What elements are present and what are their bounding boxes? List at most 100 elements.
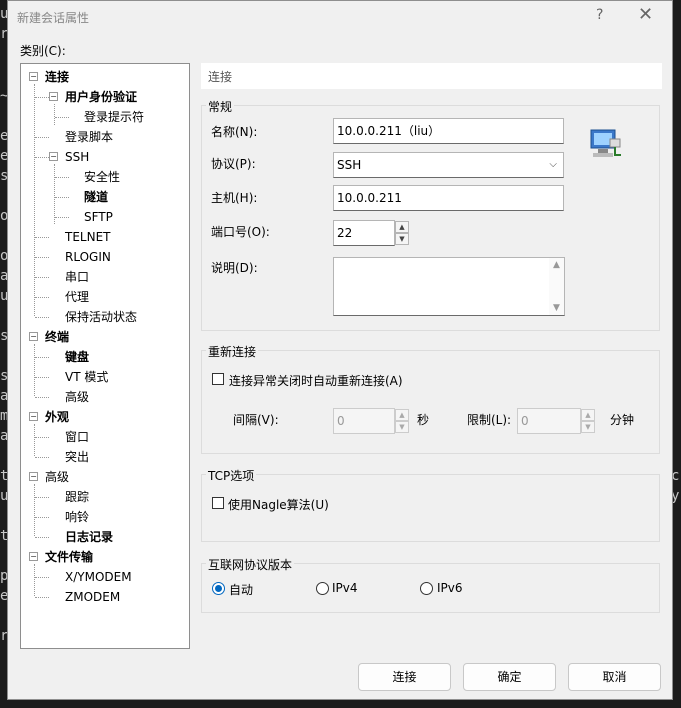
tree-item[interactable]: VT 模式	[65, 368, 108, 386]
tree-connector-line	[35, 137, 49, 138]
ok-button[interactable]: 确定	[463, 663, 556, 691]
tree-connector-line	[35, 437, 49, 438]
limit-up-button[interactable]: ▲	[581, 409, 595, 421]
limit-label: 限制(L):	[467, 413, 512, 427]
ipv4-radio[interactable]	[316, 582, 329, 595]
collapse-toggle-icon[interactable]: −	[29, 72, 38, 81]
ipv6-radio[interactable]	[420, 582, 433, 595]
description-scrollbar[interactable]: ▲ ▼	[549, 258, 564, 315]
tree-connector-line	[35, 597, 49, 598]
tree-connector-line	[55, 117, 69, 118]
nagle-label: 使用Nagle算法(U)	[228, 498, 329, 512]
limit-field[interactable]: 0	[517, 408, 581, 434]
tree-connector-line	[35, 277, 49, 278]
tree-item[interactable]: 隧道	[84, 188, 108, 206]
tree-connector-line	[34, 424, 35, 456]
auto-reconnect-checkbox[interactable]	[212, 373, 224, 385]
tree-item[interactable]: TELNET	[65, 228, 111, 246]
tree-connector-line	[35, 497, 49, 498]
interval-down-button[interactable]: ▼	[395, 421, 409, 433]
reconnect-group-title: 重新连接	[206, 343, 259, 360]
scroll-up-icon[interactable]: ▲	[549, 260, 564, 270]
port-field[interactable]: 22	[333, 220, 395, 246]
general-group-title: 常规	[206, 98, 235, 115]
tree-item[interactable]: SFTP	[84, 208, 113, 226]
nagle-checkbox[interactable]	[212, 497, 224, 509]
scroll-down-icon[interactable]: ▼	[549, 303, 564, 313]
cancel-button[interactable]: 取消	[568, 663, 661, 691]
tree-item[interactable]: 安全性	[84, 168, 120, 186]
tree-item[interactable]: 窗口	[65, 428, 89, 446]
limit-unit: 分钟	[610, 413, 635, 427]
ip-auto-radio[interactable]	[212, 582, 225, 595]
tree-item[interactable]: 响铃	[65, 508, 89, 526]
interval-up-button[interactable]: ▲	[395, 409, 409, 421]
tree-item[interactable]: 代理	[65, 288, 89, 306]
description-label: 说明(D):	[211, 261, 258, 275]
tree-item[interactable]: 文件传输	[45, 548, 93, 566]
tree-connector-line	[34, 84, 35, 316]
tree-item[interactable]: SSH	[65, 148, 89, 166]
tree-item[interactable]: RLOGIN	[65, 248, 111, 266]
tree-item[interactable]: ZMODEM	[65, 588, 120, 606]
tree-item[interactable]: 外观	[45, 408, 69, 426]
limit-down-button[interactable]: ▼	[581, 421, 595, 433]
session-properties-dialog: 新建会话属性 ? ✕ 类别(C): − 连接 − 用户身份验证 登录提示符 登录脚本 − SS…	[7, 0, 673, 700]
tree-connector-line	[55, 177, 69, 178]
name-field[interactable]: 10.0.0.211（liu）	[333, 118, 564, 144]
port-up-button[interactable]: ▲	[395, 221, 409, 233]
tree-connector-line	[54, 164, 55, 224]
collapse-toggle-icon[interactable]: −	[29, 552, 38, 561]
collapse-toggle-icon[interactable]: −	[49, 92, 58, 101]
close-button[interactable]: ✕	[638, 4, 653, 25]
category-tree[interactable]: − 连接 − 用户身份验证 登录提示符 登录脚本 − SSH 安全性 隧道 SFTP TELNET RL…	[20, 63, 190, 649]
tree-connector-line	[35, 537, 49, 538]
tree-item[interactable]: 日志记录	[65, 528, 113, 546]
interval-unit: 秒	[417, 413, 430, 427]
protocol-label: 协议(P):	[211, 157, 256, 171]
collapse-toggle-icon[interactable]: −	[29, 332, 38, 341]
help-button[interactable]: ?	[596, 7, 603, 23]
dialog-title: 新建会话属性	[17, 11, 90, 25]
category-label: 类别(C):	[20, 44, 66, 58]
tree-connector-line	[35, 377, 49, 378]
tree-item[interactable]: 登录提示符	[84, 108, 144, 126]
tree-item[interactable]: 连接	[45, 68, 69, 86]
tree-item[interactable]: 保持活动状态	[65, 308, 137, 326]
tree-item[interactable]: 串口	[65, 268, 89, 286]
tree-item[interactable]: 用户身份验证	[65, 88, 137, 106]
tree-item[interactable]: 突出	[65, 448, 89, 466]
tree-item[interactable]: 高级	[45, 468, 69, 486]
tree-item[interactable]: 跟踪	[65, 488, 89, 506]
tree-connector-line	[35, 97, 49, 98]
port-label: 端口号(O):	[211, 225, 270, 239]
protocol-select[interactable]: SSH ⌵	[333, 152, 564, 178]
description-field[interactable]	[333, 257, 565, 316]
protocol-select-value: SSH	[337, 158, 362, 172]
tree-connector-line	[34, 484, 35, 536]
tree-item[interactable]: 登录脚本	[65, 128, 113, 146]
tree-connector-line	[34, 344, 35, 396]
tree-connector-line	[55, 217, 69, 218]
port-down-button[interactable]: ▼	[395, 233, 409, 245]
tree-item[interactable]: 高级	[65, 388, 89, 406]
host-field[interactable]: 10.0.0.211	[333, 185, 564, 211]
reconnect-group	[201, 350, 660, 454]
tree-connector-line	[35, 257, 49, 258]
panel-header-label: 连接	[208, 70, 233, 84]
tree-item[interactable]: 键盘	[65, 348, 89, 366]
tree-item[interactable]: X/YMODEM	[65, 568, 132, 586]
tree-connector-line	[34, 564, 35, 596]
connect-button[interactable]: 连接	[358, 663, 451, 691]
tree-connector-line	[35, 357, 49, 358]
ip-version-group-title: 互联网协议版本	[206, 556, 295, 573]
title-bar: 新建会话属性 ? ✕	[8, 1, 672, 33]
collapse-toggle-icon[interactable]: −	[29, 472, 38, 481]
collapse-toggle-icon[interactable]: −	[29, 412, 38, 421]
name-label: 名称(N):	[211, 125, 258, 139]
collapse-toggle-icon[interactable]: −	[49, 152, 58, 161]
tree-connector-line	[35, 297, 49, 298]
panel-header: 连接	[201, 63, 662, 89]
tree-item[interactable]: 终端	[45, 328, 69, 346]
interval-field[interactable]: 0	[333, 408, 395, 434]
